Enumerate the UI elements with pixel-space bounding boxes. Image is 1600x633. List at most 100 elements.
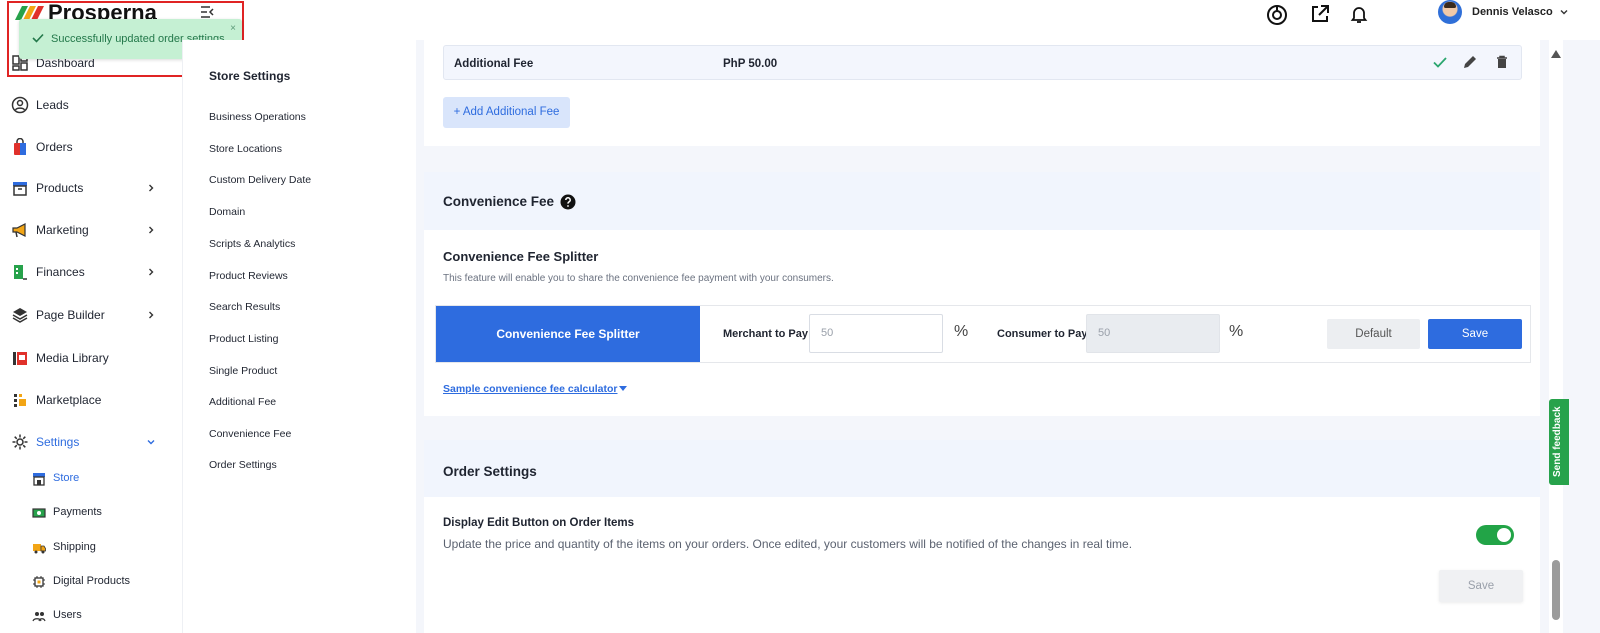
sidebar-subitem-shipping[interactable]: Shipping [0, 534, 182, 562]
convenience-fee-splitter-tab[interactable]: Convenience Fee Splitter [436, 306, 700, 362]
display-edit-button-description: Update the price and quantity of the ite… [443, 537, 1133, 551]
scroll-up-arrow-icon[interactable] [1551, 50, 1561, 58]
sidebar-subitem-payments[interactable]: Payments [0, 499, 182, 527]
merchant-to-pay-input[interactable]: 50 [809, 314, 943, 353]
save-button[interactable]: Save [1428, 319, 1522, 349]
order-settings-header: Order Settings [424, 440, 1540, 497]
fee-splitter-panel: Convenience Fee Splitter Merchant to Pay… [435, 305, 1531, 363]
users-icon [32, 612, 46, 622]
sidebar-item-marketplace[interactable]: Marketplace [0, 382, 182, 418]
sidebar-item-label: Products [36, 181, 84, 195]
payments-icon [32, 508, 46, 518]
merchant-to-pay-label: Merchant to Pay [723, 328, 808, 340]
store-link-additional-fee[interactable]: Additional Fee [209, 396, 276, 408]
caret-down-icon[interactable] [619, 386, 627, 391]
display-edit-button-toggle[interactable] [1476, 525, 1514, 545]
sidebar-subitem-label: Digital Products [53, 575, 131, 587]
chevron-down-icon [1560, 10, 1568, 15]
toggle-knob [1497, 528, 1511, 542]
store-link-scripts-analytics[interactable]: Scripts & Analytics [209, 238, 295, 250]
send-feedback-label: Send feedback [1552, 406, 1563, 477]
order-settings-card: Display Edit Button on Order Items Updat… [424, 497, 1540, 633]
sidebar-item-orders[interactable]: Orders [0, 129, 182, 165]
consumer-to-pay-label: Consumer to Pay [997, 328, 1088, 340]
pencil-icon[interactable] [1462, 54, 1478, 70]
products-icon [13, 182, 27, 196]
send-feedback-tab[interactable]: Send feedback [1549, 399, 1569, 485]
check-icon[interactable] [1432, 54, 1448, 70]
sidebar-item-leads[interactable]: Leads [0, 87, 182, 123]
megaphone-icon [12, 223, 26, 238]
finances-icon [14, 265, 27, 280]
sidebar-subitem-store[interactable]: Store [0, 465, 182, 493]
sidebar-subitem-digital-products[interactable]: Digital Products [0, 568, 182, 596]
store-icon [33, 473, 45, 486]
additional-fee-card: Additional Fee PhP 50.00 + Add Additiona… [424, 40, 1540, 146]
help-icon[interactable] [560, 194, 576, 210]
scroll-thumb[interactable] [1552, 560, 1560, 620]
main-content: Additional Fee PhP 50.00 + Add Additiona… [424, 40, 1540, 633]
store-link-store-locations[interactable]: Store Locations [209, 143, 282, 155]
convenience-fee-description: This feature will enable you to share th… [443, 273, 834, 284]
merchant-percent-symbol: % [954, 323, 969, 340]
store-link-product-listing[interactable]: Product Listing [209, 333, 278, 345]
external-link-icon[interactable] [1309, 3, 1331, 25]
sidebar-subitem-label: Shipping [53, 541, 96, 553]
convenience-fee-card: Convenience Fee Splitter This feature wi… [424, 230, 1540, 416]
add-additional-fee-button[interactable]: + Add Additional Fee [443, 97, 570, 128]
sidebar-item-label: Finances [36, 265, 85, 279]
sidebar-subitem-label: Payments [53, 506, 102, 518]
display-edit-button-title: Display Edit Button on Order Items [443, 517, 635, 529]
store-link-custom-delivery-date[interactable]: Custom Delivery Date [209, 174, 311, 186]
chevron-right-icon [149, 311, 154, 319]
chevron-right-icon [149, 184, 154, 192]
convenience-fee-subtitle: Convenience Fee Splitter [443, 249, 599, 264]
sidebar-item-settings[interactable]: Settings [0, 424, 182, 460]
chevron-right-icon [149, 226, 154, 234]
marketplace-icon [14, 394, 26, 407]
analytics-target-icon[interactable] [1266, 4, 1288, 26]
fee-calculator-link[interactable]: Sample convenience fee calculator [443, 383, 618, 395]
sidebar-subitem-label: Store [53, 472, 80, 484]
order-settings-save-button[interactable]: Save [1439, 570, 1523, 602]
convenience-fee-header: Convenience Fee [424, 172, 1540, 230]
sidebar-item-products[interactable]: Products [0, 170, 182, 206]
sidebar-subitem-users[interactable]: Users [0, 602, 182, 630]
user-name: Dennis Velasco [1472, 6, 1553, 18]
layers-icon [12, 308, 28, 323]
user-menu[interactable]: Dennis Velasco [1438, 0, 1569, 24]
toast-close-button[interactable]: × [230, 23, 236, 34]
sidebar: Dashboard Leads Orders Products Marketin… [0, 40, 182, 633]
consumer-to-pay-input: 50 [1086, 314, 1220, 353]
store-settings-menu: Store Settings Business Operations Store… [182, 40, 416, 633]
scrollbar[interactable] [1549, 40, 1563, 633]
sidebar-item-label: Media Library [36, 351, 109, 365]
bell-icon[interactable] [1348, 3, 1370, 25]
trash-icon[interactable] [1494, 54, 1510, 70]
sidebar-item-label: Marketplace [36, 393, 102, 407]
avatar [1438, 0, 1462, 24]
leads-icon [11, 96, 29, 114]
fee-name: Additional Fee [454, 58, 534, 70]
sidebar-item-finances[interactable]: Finances [0, 254, 182, 290]
sidebar-subitem-label: Users [53, 609, 82, 621]
fee-amount: PhP 50.00 [723, 58, 778, 70]
store-link-product-reviews[interactable]: Product Reviews [209, 270, 288, 282]
store-link-single-product[interactable]: Single Product [209, 365, 277, 377]
store-link-business-operations[interactable]: Business Operations [209, 111, 306, 123]
media-library-icon [13, 352, 27, 365]
store-link-convenience-fee[interactable]: Convenience Fee [209, 428, 291, 440]
orders-icon [14, 138, 26, 155]
order-settings-title: Order Settings [443, 464, 537, 479]
sidebar-item-label: Settings [36, 435, 80, 449]
store-link-search-results[interactable]: Search Results [209, 301, 280, 313]
sidebar-item-marketing[interactable]: Marketing [0, 212, 182, 248]
default-button[interactable]: Default [1327, 319, 1420, 349]
sidebar-item-media-library[interactable]: Media Library [0, 340, 182, 376]
check-icon [32, 33, 44, 43]
sidebar-item-page-builder[interactable]: Page Builder [0, 297, 182, 333]
chevron-right-icon [149, 268, 154, 276]
convenience-fee-title: Convenience Fee [443, 194, 555, 209]
store-link-order-settings[interactable]: Order Settings [209, 459, 277, 471]
store-link-domain[interactable]: Domain [209, 206, 245, 218]
